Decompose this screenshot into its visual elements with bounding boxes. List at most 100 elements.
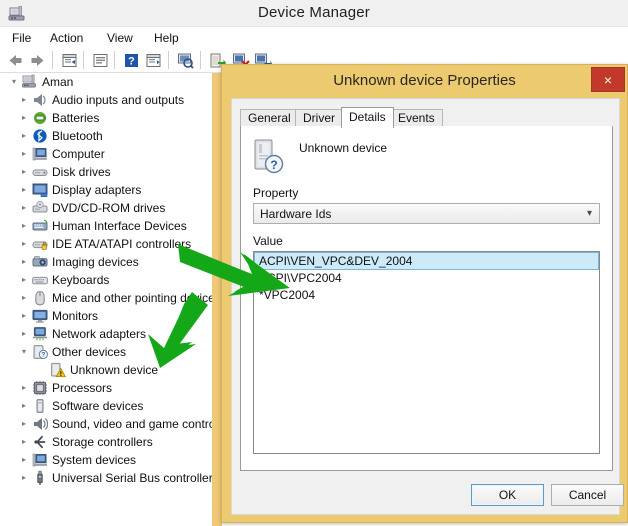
monitor-icon xyxy=(32,308,48,324)
chevron-right-icon[interactable]: ▸ xyxy=(18,451,30,469)
svg-text:?: ? xyxy=(41,352,45,359)
chevron-right-icon[interactable]: ▸ xyxy=(18,415,30,433)
tree-row[interactable]: ▸ Disk drives xyxy=(0,163,212,181)
computer-small-icon xyxy=(32,146,48,162)
tree-row[interactable]: ▸ Audio inputs and outputs xyxy=(0,91,212,109)
details-tab-page: ? Unknown device Property Hardware Ids ▾… xyxy=(240,126,613,471)
tree-row[interactable]: ▸ Keyboards xyxy=(0,271,212,289)
tree-row[interactable]: ▸ System devices xyxy=(0,451,212,469)
value-list[interactable]: ACPI\VEN_VPC&DEV_2004 ACPI\VPC2004 *VPC2… xyxy=(253,251,600,454)
bluetooth-icon xyxy=(32,128,48,144)
tree-item-label: Batteries xyxy=(52,111,100,125)
chevron-right-icon[interactable]: ▸ xyxy=(18,145,30,163)
processor-icon xyxy=(32,380,48,396)
chevron-right-icon[interactable]: ▸ xyxy=(18,469,30,487)
chevron-down-icon[interactable]: ▾ xyxy=(8,73,20,91)
chevron-right-icon[interactable]: ▸ xyxy=(18,217,30,235)
tree-row[interactable]: ▸ Monitors xyxy=(0,307,212,325)
cancel-button[interactable]: Cancel xyxy=(551,484,624,506)
tree-item-label: Audio inputs and outputs xyxy=(52,93,185,107)
imaging-device-icon xyxy=(32,254,48,270)
tab-driver[interactable]: Driver xyxy=(295,109,343,127)
chevron-right-icon[interactable]: ▸ xyxy=(18,379,30,397)
property-selected-value: Hardware Ids xyxy=(260,207,332,221)
menu-view[interactable]: View xyxy=(103,30,137,46)
computer-icon xyxy=(22,74,38,90)
unknown-device-warning-icon xyxy=(50,362,67,378)
dialog-titlebar[interactable]: Unknown device Properties xyxy=(222,65,627,98)
display-adapter-icon xyxy=(32,182,48,198)
tree-item-label: Storage controllers xyxy=(52,435,153,449)
chevron-down-icon[interactable]: ▾ xyxy=(18,343,30,361)
chevron-right-icon[interactable]: ▸ xyxy=(18,199,30,217)
unknown-device-question-icon: ? xyxy=(253,138,287,178)
value-row-1[interactable]: ACPI\VPC2004 xyxy=(254,270,599,287)
ok-button[interactable]: OK xyxy=(471,484,544,506)
tree-row[interactable]: ▸ Processors xyxy=(0,379,212,397)
dialog-body: General Driver Details Events ? Unknown … xyxy=(231,98,624,515)
value-row-2[interactable]: *VPC2004 xyxy=(254,287,599,304)
menu-file[interactable]: File xyxy=(8,30,35,46)
tree-row[interactable]: ▸ Software devices xyxy=(0,397,212,415)
chevron-right-icon[interactable]: ▸ xyxy=(18,181,30,199)
tree-row-root[interactable]: ▾ Aman xyxy=(0,73,212,91)
tab-details[interactable]: Details xyxy=(341,107,394,128)
tab-general[interactable]: General xyxy=(240,109,299,127)
forward-arrow-icon[interactable] xyxy=(28,51,47,70)
chevron-right-icon[interactable]: ▸ xyxy=(18,397,30,415)
menu-action[interactable]: Action xyxy=(46,30,87,46)
tree-row[interactable]: ▸ Computer xyxy=(0,145,212,163)
tree-item-label: Imaging devices xyxy=(52,255,139,269)
tree-row[interactable]: ▸ Network adapters xyxy=(0,325,212,343)
chevron-right-icon[interactable]: ▸ xyxy=(18,307,30,325)
chevron-right-icon[interactable]: ▸ xyxy=(18,253,30,271)
tree-row[interactable]: ▸ Storage controllers xyxy=(0,433,212,451)
chevron-right-icon[interactable]: ▸ xyxy=(18,109,30,127)
software-device-icon xyxy=(32,398,48,414)
tree-row[interactable]: ▸ IDE ATA/ATAPI controllers xyxy=(0,235,212,253)
tree-root-label: Aman xyxy=(42,75,74,89)
chevron-right-icon[interactable]: ▸ xyxy=(18,271,30,289)
chevron-right-icon[interactable]: ▸ xyxy=(18,127,30,145)
tree-row[interactable]: ▸ Sound, video and game controllers xyxy=(0,415,212,433)
tree-row[interactable]: Unknown device xyxy=(0,361,212,379)
properties-icon[interactable] xyxy=(91,51,110,70)
toolbar-separator xyxy=(83,51,84,69)
toolbar-separator xyxy=(168,51,169,69)
toolbar-separator xyxy=(200,51,201,69)
menu-help[interactable]: Help xyxy=(150,30,183,46)
property-dropdown[interactable]: Hardware Ids ▾ xyxy=(253,203,600,224)
tree-row[interactable]: ▸ Human Interface Devices xyxy=(0,217,212,235)
update-driver-icon[interactable] xyxy=(144,51,163,70)
tree-row[interactable]: ▾? Other devices xyxy=(0,343,212,361)
other-devices-icon: ? xyxy=(32,344,48,360)
chevron-right-icon[interactable]: ▸ xyxy=(18,289,30,307)
tree-row[interactable]: ▸ Display adapters xyxy=(0,181,212,199)
chevron-right-icon[interactable]: ▸ xyxy=(18,325,30,343)
close-icon[interactable]: × xyxy=(591,67,625,92)
device-tree[interactable]: ▾ Aman ▸ Audio inputs and outputs ▸ Batteri… xyxy=(0,73,212,526)
back-arrow-icon[interactable] xyxy=(6,51,25,70)
tree-row[interactable]: ▸ Imaging devices xyxy=(0,253,212,271)
property-label: Property xyxy=(253,186,299,200)
chevron-right-icon[interactable]: ▸ xyxy=(18,91,30,109)
tab-events[interactable]: Events xyxy=(390,109,443,127)
show-hidden-devices-icon[interactable] xyxy=(60,51,79,70)
tree-item-label: Monitors xyxy=(52,309,99,323)
tree-item-label: System devices xyxy=(52,453,137,467)
tree-item-label: Software devices xyxy=(52,399,144,413)
menu-bar: File Action View Help xyxy=(0,27,628,47)
help-icon[interactable]: ? xyxy=(122,51,141,70)
chevron-right-icon[interactable]: ▸ xyxy=(18,163,30,181)
tree-row[interactable]: ▸ DVD/CD-ROM drives xyxy=(0,199,212,217)
chevron-right-icon[interactable]: ▸ xyxy=(18,235,30,253)
tree-row[interactable]: ▸ Batteries xyxy=(0,109,212,127)
tree-row[interactable]: ▸ Mice and other pointing devices xyxy=(0,289,212,307)
tree-row[interactable]: ▸ Universal Serial Bus controllers xyxy=(0,469,212,487)
sound-controller-icon xyxy=(32,416,49,432)
chevron-right-icon[interactable]: ▸ xyxy=(18,433,30,451)
scan-for-hardware-changes-icon[interactable] xyxy=(176,51,195,70)
dialog-title: Unknown device Properties xyxy=(333,72,516,89)
value-row-0[interactable]: ACPI\VEN_VPC&DEV_2004 xyxy=(254,252,599,270)
tree-row[interactable]: ▸ Bluetooth xyxy=(0,127,212,145)
